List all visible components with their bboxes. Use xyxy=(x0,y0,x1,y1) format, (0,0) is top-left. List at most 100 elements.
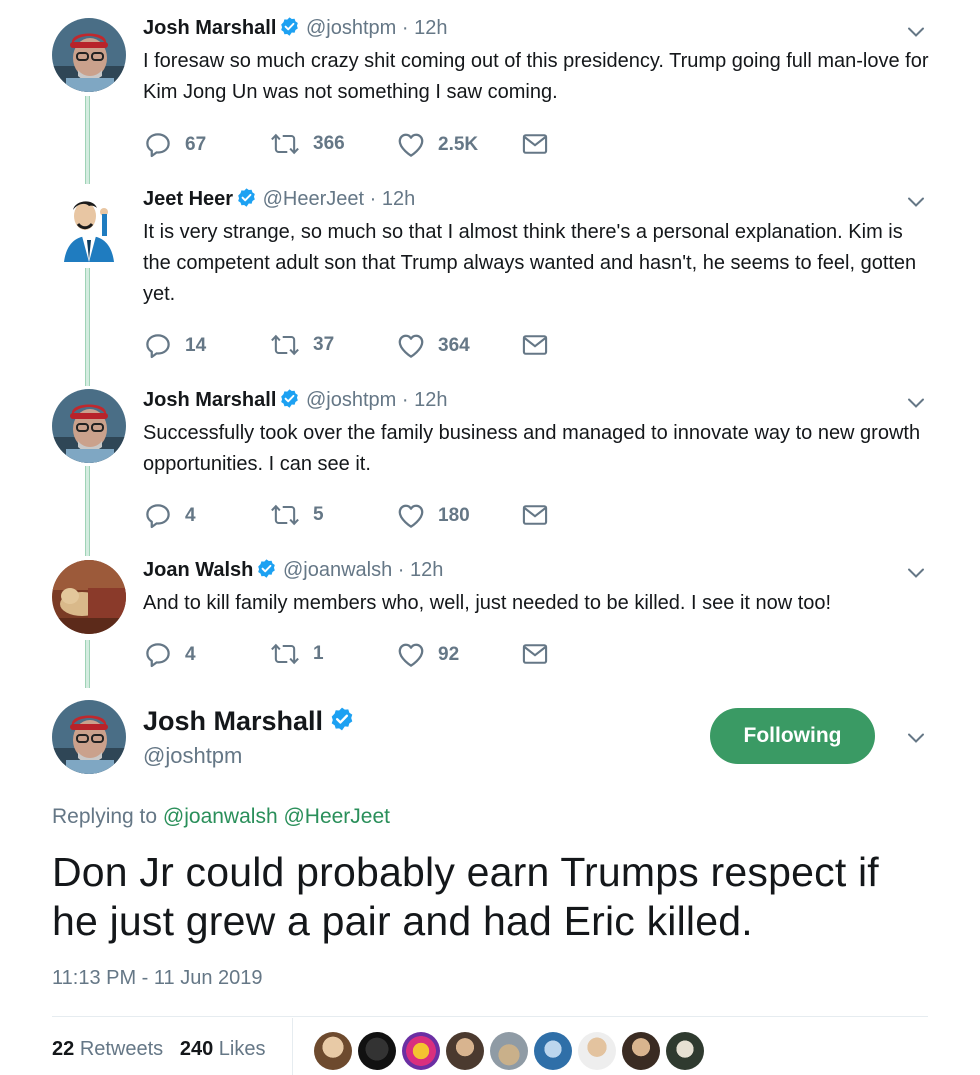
message-button[interactable] xyxy=(521,640,561,668)
replying-to: Replying to @joanwalsh @HeerJeet xyxy=(52,805,390,829)
like-icon xyxy=(396,640,426,670)
like-button[interactable]: 92 xyxy=(396,640,459,670)
reply-button[interactable]: 4 xyxy=(143,640,196,670)
like-button[interactable]: 2.5K xyxy=(396,130,478,160)
liker-avatar[interactable] xyxy=(666,1032,704,1070)
like-count: 2.5K xyxy=(438,134,479,155)
author-name[interactable]: Jeet Heer xyxy=(143,188,233,210)
avatar[interactable] xyxy=(52,389,126,463)
likes-label: Likes xyxy=(218,1038,266,1060)
like-button[interactable]: 180 xyxy=(396,501,470,531)
tweet-text: It is very strange, so much so that I al… xyxy=(143,221,917,305)
tweet-time[interactable]: 12h xyxy=(414,389,447,411)
separator-dot: · xyxy=(369,188,377,210)
reply-icon xyxy=(143,331,173,361)
reply-button[interactable]: 67 xyxy=(143,130,206,160)
caret-down-icon[interactable] xyxy=(904,561,928,585)
message-icon xyxy=(521,501,549,529)
author-handle[interactable]: @joanwalsh xyxy=(283,559,392,581)
retweet-button[interactable]: 37 xyxy=(269,331,334,359)
message-icon xyxy=(521,640,549,668)
avatar[interactable] xyxy=(52,700,126,774)
following-button[interactable]: Following xyxy=(710,708,875,764)
verified-icon xyxy=(236,187,257,208)
main-author-handle[interactable]: @joshtpm xyxy=(143,743,242,769)
liker-avatar[interactable] xyxy=(490,1032,528,1070)
reply-button[interactable]: 14 xyxy=(143,331,206,361)
like-icon xyxy=(396,130,426,160)
liker-avatar[interactable] xyxy=(578,1032,616,1070)
tweet-text: And to kill family members who, well, ju… xyxy=(143,592,832,614)
main-tweet-text: Don Jr could probably earn Trumps respec… xyxy=(52,849,879,944)
author-name[interactable]: Josh Marshall xyxy=(143,389,276,411)
verified-icon xyxy=(279,16,300,37)
message-button[interactable] xyxy=(521,130,561,158)
author-handle[interactable]: @joshtpm xyxy=(306,17,396,39)
author-name[interactable]: Joan Walsh xyxy=(143,559,253,581)
like-button[interactable]: 364 xyxy=(396,331,470,361)
tweet-timestamp[interactable]: 11:13 PM - 11 Jun 2019 xyxy=(52,967,263,990)
reply-icon xyxy=(143,130,173,160)
tweet-text: Successfully took over the family busine… xyxy=(143,422,921,475)
retweets-label: Retweets xyxy=(79,1038,164,1060)
thread-line xyxy=(85,640,90,688)
retweet-count: 37 xyxy=(313,334,335,355)
author-handle[interactable]: @HeerJeet xyxy=(263,188,364,210)
separator-dot: · xyxy=(401,389,409,411)
author-name[interactable]: Josh Marshall xyxy=(143,17,276,39)
liker-avatar[interactable] xyxy=(358,1032,396,1070)
caret-down-icon[interactable] xyxy=(904,20,928,44)
tweet-time[interactable]: 12h xyxy=(410,559,443,581)
liker-avatar[interactable] xyxy=(534,1032,572,1070)
verified-icon xyxy=(279,388,300,409)
message-button[interactable] xyxy=(521,331,561,359)
retweet-count: 5 xyxy=(313,504,324,525)
retweet-button[interactable]: 366 xyxy=(269,130,345,158)
retweet-button[interactable]: 1 xyxy=(269,640,324,668)
retweet-button[interactable]: 5 xyxy=(269,501,324,529)
reply-count: 67 xyxy=(185,134,207,155)
main-author-name[interactable]: Josh Marshall xyxy=(143,706,355,737)
liker-avatar[interactable] xyxy=(402,1032,440,1070)
tweet-header: Jeet Heer @HeerJeet · 12h xyxy=(143,187,415,211)
liker-avatar[interactable] xyxy=(314,1032,352,1070)
author-handle[interactable]: @joshtpm xyxy=(306,389,396,411)
thread-line xyxy=(85,268,90,386)
divider xyxy=(52,1016,928,1017)
liker-avatar[interactable] xyxy=(446,1032,484,1070)
message-icon xyxy=(521,331,549,359)
thread-line xyxy=(85,466,90,556)
like-count: 364 xyxy=(438,335,470,356)
liker-avatar[interactable] xyxy=(622,1032,660,1070)
retweets-stat[interactable]: 22 Retweets xyxy=(52,1038,163,1060)
reply-icon xyxy=(143,640,173,670)
likes-stat[interactable]: 240 Likes xyxy=(180,1038,266,1060)
retweet-icon xyxy=(269,640,301,668)
author-name[interactable]: Josh Marshall xyxy=(143,706,323,736)
like-count: 180 xyxy=(438,505,470,526)
tweet-time[interactable]: 12h xyxy=(414,17,447,39)
caret-down-icon[interactable] xyxy=(904,391,928,415)
verified-icon xyxy=(256,558,277,579)
avatar[interactable] xyxy=(52,18,126,92)
like-icon xyxy=(396,331,426,361)
caret-down-icon[interactable] xyxy=(904,190,928,214)
message-button[interactable] xyxy=(521,501,561,529)
caret-down-icon[interactable] xyxy=(904,726,928,750)
retweet-icon xyxy=(269,130,301,158)
verified-icon xyxy=(329,706,355,732)
tweet-header: Josh Marshall @joshtpm · 12h xyxy=(143,388,447,412)
mention-link[interactable]: @joanwalsh xyxy=(163,805,278,828)
thread-line xyxy=(85,96,90,184)
reply-button[interactable]: 4 xyxy=(143,501,196,531)
likes-count: 240 xyxy=(179,1038,214,1060)
mention-link[interactable]: @HeerJeet xyxy=(283,805,390,828)
retweet-icon xyxy=(269,501,301,529)
tweet-time[interactable]: 12h xyxy=(382,188,415,210)
message-icon xyxy=(521,130,549,158)
avatar[interactable] xyxy=(52,560,126,634)
retweet-count: 366 xyxy=(313,133,345,154)
avatar[interactable] xyxy=(52,188,126,262)
tweet-text: I foresaw so much crazy shit coming out … xyxy=(143,50,929,103)
stats-divider xyxy=(292,1018,293,1075)
